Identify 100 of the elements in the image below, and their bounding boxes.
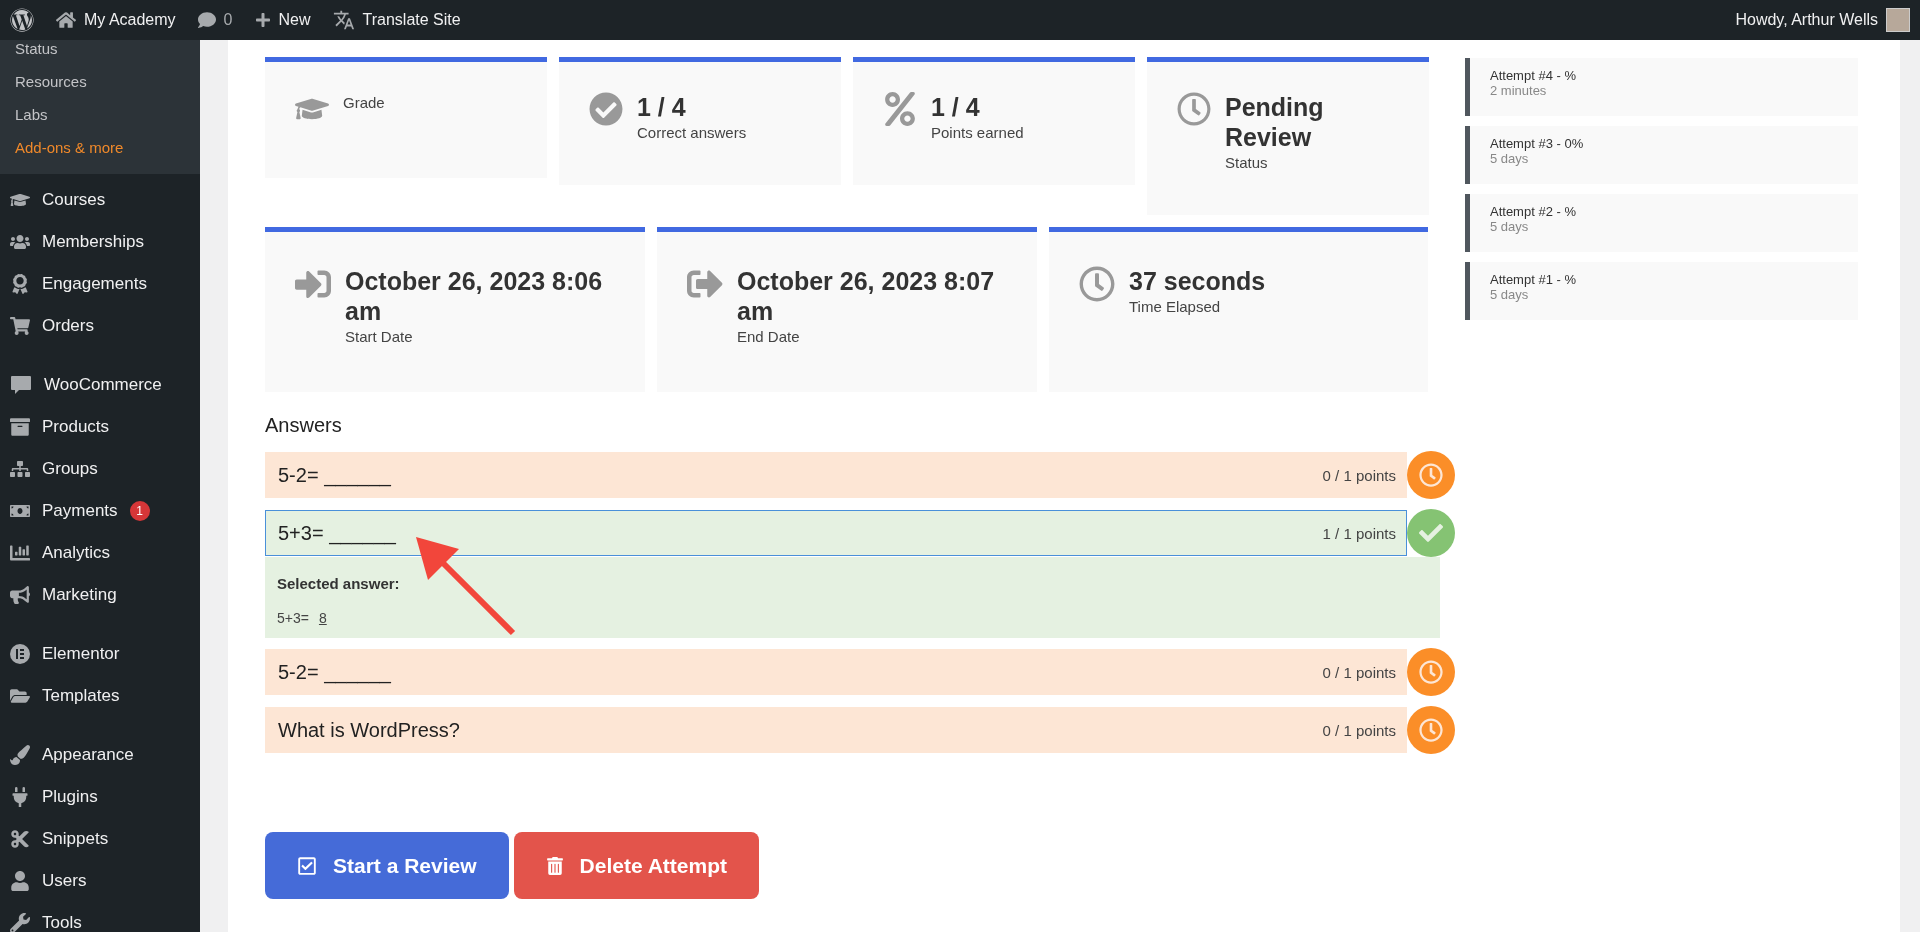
attempt-title: Attempt #2 - % — [1490, 204, 1577, 219]
attempt-item[interactable]: Attempt #2 - % 5 days — [1465, 194, 1858, 252]
checkbox-icon — [297, 855, 317, 876]
menu-item[interactable]: Plugins — [0, 776, 200, 818]
menu-item[interactable]: Engagements — [0, 263, 200, 305]
stat-value: October 26, 2023 8:06 am — [345, 266, 604, 326]
menu-label: Memberships — [42, 232, 145, 252]
delete-attempt-button[interactable]: Delete Attempt — [513, 832, 759, 899]
submenu-item[interactable]: Resources — [0, 65, 200, 98]
translate-icon — [332, 9, 355, 31]
avatar — [1886, 8, 1910, 32]
menu-item[interactable]: Appearance — [0, 734, 200, 776]
points-text: 0 / 1 points — [1322, 466, 1396, 484]
menu-item[interactable]: Elementor — [0, 633, 200, 675]
stat-label: Status — [1225, 154, 1269, 171]
menu-label: Users — [42, 871, 87, 891]
answer-row[interactable]: 5-2= ______ 0 / 1 points — [265, 649, 1407, 695]
stat-label: Grade — [343, 94, 385, 111]
menu-item[interactable]: Users — [0, 860, 200, 902]
menu-label: Products — [42, 417, 110, 437]
menu-label: Elementor — [42, 644, 120, 664]
clock-badge-icon — [1407, 648, 1455, 696]
scissors-icon — [10, 829, 30, 849]
attempt-title: Attempt #1 - % — [1490, 272, 1577, 287]
submenu-item[interactable]: Add-ons & more — [0, 131, 200, 164]
answer-row[interactable]: 5-2= ______ 0 / 1 points — [265, 452, 1407, 498]
translate-label: Translate Site — [362, 11, 461, 29]
answer-row[interactable]: What is WordPress? 0 / 1 points — [265, 707, 1407, 753]
folder-icon — [10, 686, 30, 706]
plus-icon — [254, 12, 271, 28]
attempt-title: Attempt #3 - 0% — [1490, 136, 1585, 151]
hierarchy-icon — [10, 459, 30, 479]
award-icon — [10, 274, 30, 294]
points-text: 0 / 1 points — [1322, 663, 1396, 681]
stat-value: Pending Review — [1225, 92, 1325, 152]
clock-badge-icon — [1407, 451, 1455, 499]
attempt-item[interactable]: Attempt #4 - % 2 minutes — [1465, 58, 1858, 116]
menu-label: WooCommerce — [44, 375, 162, 395]
menu-label: Groups — [42, 459, 98, 479]
menu-item[interactable]: Templates — [0, 675, 200, 717]
menu-label: Analytics — [42, 543, 111, 563]
stat-value: 1 / 4 — [931, 92, 981, 122]
account-link[interactable]: Howdy, Arthur Wells — [1735, 8, 1910, 32]
user-icon — [10, 871, 30, 891]
submenu-item[interactable]: Status — [0, 40, 200, 65]
submenu-item[interactable]: Labs — [0, 98, 200, 131]
menu-label: Courses — [42, 190, 106, 210]
answer-value: 8 — [317, 610, 328, 626]
menu-item[interactable]: Groups — [0, 448, 200, 490]
menu-item[interactable]: Memberships — [0, 221, 200, 263]
menu-item[interactable]: Courses — [0, 179, 200, 221]
attempt-item[interactable]: Attempt #1 - % 5 days — [1465, 262, 1858, 320]
home-icon — [56, 10, 76, 30]
question-text: 5-2= ______ — [278, 463, 392, 487]
menu-item[interactable]: Snippets — [0, 818, 200, 860]
site-link[interactable]: My Academy — [56, 10, 176, 30]
wordpress-logo-icon[interactable] — [10, 8, 34, 32]
comments-link[interactable]: 0 — [197, 11, 233, 29]
new-label: New — [278, 11, 311, 29]
menu-item[interactable]: Products — [0, 406, 200, 448]
circle-bars-icon — [10, 644, 30, 664]
site-name: My Academy — [84, 11, 176, 29]
menu-item[interactable]: Payments 1 — [0, 490, 200, 532]
menu-label: Tools — [42, 913, 82, 932]
percent-icon — [883, 92, 917, 126]
people-icon — [10, 232, 30, 252]
attempt-item[interactable]: Attempt #3 - 0% 5 days — [1465, 126, 1858, 184]
menu-item[interactable]: Marketing — [0, 574, 200, 616]
translate-link[interactable]: Translate Site — [332, 9, 461, 31]
menu-label: Payments — [42, 501, 118, 521]
answers-heading: Answers — [265, 414, 343, 437]
stat-value: 1 / 4 — [637, 92, 687, 122]
attempt-time: 5 days — [1490, 151, 1530, 166]
menu-label: Engagements — [42, 274, 147, 294]
wrench-icon — [10, 913, 30, 932]
menu-item[interactable]: Tools — [0, 902, 200, 932]
megaphone-icon — [10, 585, 30, 605]
stat-label: Points earned — [931, 124, 1024, 141]
new-link[interactable]: New — [254, 11, 311, 29]
store-icon — [10, 375, 32, 395]
points-text: 0 / 1 points — [1322, 721, 1396, 739]
attempt-time: 5 days — [1490, 219, 1530, 234]
notification-badge: 1 — [129, 501, 150, 521]
menu-item[interactable]: Analytics — [0, 532, 200, 574]
menu-item[interactable]: WooCommerce — [0, 364, 200, 406]
selected-answer-label: Selected answer: — [277, 575, 401, 592]
menu-label: Marketing — [42, 585, 117, 605]
plug-icon — [10, 787, 30, 807]
bar-chart-icon — [10, 543, 30, 563]
menu-label: Appearance — [42, 745, 134, 765]
stat-label: End Date — [737, 328, 801, 345]
menu-label: Orders — [42, 316, 94, 336]
menu-item[interactable]: Orders — [0, 305, 200, 347]
answer-row[interactable]: 5+3= ______ 1 / 1 points — [265, 510, 1407, 556]
stat-label: Time Elapsed — [1129, 298, 1222, 315]
menu-label: Snippets — [42, 829, 109, 849]
points-text: 1 / 1 points — [1322, 524, 1396, 542]
stat-value: 37 seconds — [1129, 266, 1266, 296]
brush-icon — [10, 745, 30, 765]
start-review-button[interactable]: Start a Review — [265, 832, 509, 899]
